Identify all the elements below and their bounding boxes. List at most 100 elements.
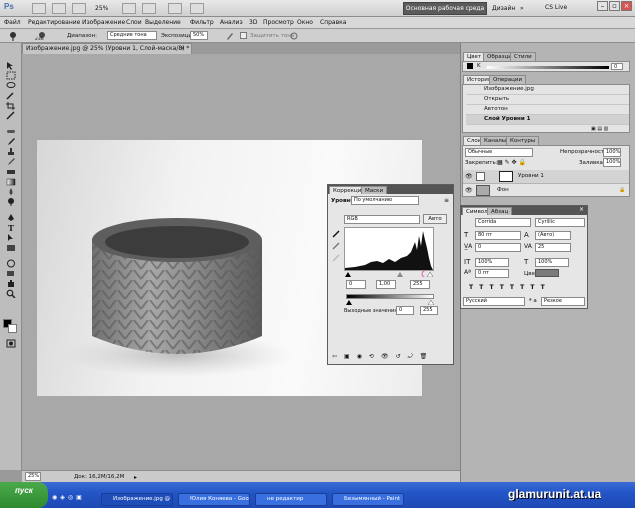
tab-paragraph[interactable]: Абзац [487,207,513,215]
bridge-icon[interactable] [32,3,46,14]
menu-file[interactable]: Файл [4,18,21,28]
menu-edit[interactable]: Редактирование [28,18,80,28]
tab-color[interactable]: Цвет [463,52,486,61]
menu-3d[interactable]: 3D [249,18,257,28]
color-value-input[interactable]: 0 [611,63,623,70]
menu-analysis[interactable]: Анализ [220,18,243,28]
history-item[interactable]: Автотон [466,105,629,115]
blend-mode-select[interactable]: Обычные [465,148,533,157]
menu-filter[interactable]: Фильтр [190,18,214,28]
visibility-eye-icon[interactable]: 👁 [465,187,473,194]
text-color-swatch[interactable] [535,269,559,277]
range-select[interactable]: Средние тона [107,31,157,40]
font-size-input[interactable]: 80 пт [475,231,521,240]
menu-layers[interactable]: Слои [126,18,142,28]
tablet-pressure-icon[interactable] [290,32,298,40]
close-icon[interactable]: × [621,1,632,11]
crop-tool-icon[interactable] [4,101,18,110]
fill-input[interactable]: 100% [603,158,621,167]
design-workspace-link[interactable]: Дизайн [492,5,515,12]
history-item[interactable]: Изображение.jpg [466,85,629,95]
menu-help[interactable]: Справка [320,18,346,28]
character-panel-close-icon[interactable]: × [579,206,584,213]
menu-view[interactable]: Просмотр [263,18,294,28]
zoom-tool-icon[interactable] [4,289,18,299]
horizontal-scale-input[interactable]: 100% [535,258,569,267]
kerning-input[interactable]: 0 [475,243,521,252]
baseline-shift-input[interactable]: 0 пт [475,269,509,278]
antialias-select[interactable]: Резкое [541,297,585,306]
font-style-select[interactable]: Cyrillic [535,218,585,227]
exposure-input[interactable]: 50% [190,31,208,40]
opacity-input[interactable]: 100% [603,148,621,157]
clone-stamp-tool-icon[interactable] [4,147,18,156]
color-fg-swatch[interactable] [467,63,473,69]
dodge-tool-icon[interactable] [4,197,18,206]
layer-row[interactable]: 👁 Фон 🔒 [463,184,629,198]
workspace-more-icon[interactable]: » [520,5,524,12]
quick-mask-icon[interactable] [4,339,18,348]
white-eyedropper-icon[interactable] [332,254,340,262]
input-black-value[interactable]: 0 [346,280,366,289]
vertical-scale-input[interactable]: 100% [475,258,509,267]
move-tool-icon[interactable] [4,61,18,70]
taskbar-item-photoshop[interactable]: Изображение.jpg @ 25... [101,493,173,506]
history-brush-tool-icon[interactable] [4,157,18,166]
gray-eyedropper-icon[interactable] [332,242,340,250]
background-color-swatch[interactable] [8,324,17,333]
history-item[interactable]: Открыть [466,95,629,105]
tab-actions[interactable]: Операции [489,75,527,84]
levels-auto-button[interactable]: Авто [423,214,447,224]
input-levels-slider[interactable] [344,269,439,279]
hand-tool-icon[interactable] [4,279,18,288]
menu-image[interactable]: Изображение [82,18,125,28]
black-eyedropper-icon[interactable] [332,230,340,238]
shape-tool-icon[interactable] [4,243,18,252]
visibility-eye-icon[interactable]: 👁 [465,173,473,180]
taskbar-item-folder[interactable]: не редактир [255,493,327,506]
menu-window[interactable]: Окно [297,18,313,28]
gradient-tool-icon[interactable] [4,177,18,186]
input-gamma-value[interactable]: 1,00 [376,280,396,289]
input-white-value[interactable]: 255 [410,280,430,289]
menu-select[interactable]: Выделение [145,18,181,28]
path-select-tool-icon[interactable] [4,233,18,242]
zoom-input[interactable]: 25% [25,472,41,481]
output-white-value[interactable]: 255 [420,306,438,315]
rotate-view-icon[interactable] [142,3,156,14]
text-style-buttons[interactable]: TTTTTTTT [469,284,551,291]
history-item-selected[interactable]: Слой Уровни 1 [466,115,629,125]
zoom-level-display[interactable]: 25% [95,5,108,12]
document-tab[interactable]: Изображение.jpg @ 25% (Уровни 1, Слой-ма… [22,43,192,54]
view-extras-icon[interactable] [72,3,86,14]
status-menu-icon[interactable]: ▸ [134,474,137,481]
taskbar-item-browser[interactable]: Юлия Коняева - Goo... [178,493,250,506]
tracking-input[interactable]: 25 [535,243,571,252]
language-select[interactable]: Русский [463,297,525,306]
tab-masks[interactable]: Маски [361,186,388,194]
layer-mask-thumbnail[interactable] [499,171,513,182]
blur-tool-icon[interactable] [4,187,18,196]
healing-brush-tool-icon[interactable] [4,127,18,136]
arrange-docs-icon[interactable] [168,3,182,14]
eyedropper-tool-icon[interactable] [4,111,18,120]
output-black-value[interactable]: 0 [396,306,414,315]
tab-styles[interactable]: Стили [510,52,536,61]
hand-tool-icon[interactable] [122,3,136,14]
font-family-select[interactable]: Corrida [475,218,531,227]
panel-menu-icon[interactable]: ≡ [444,197,449,204]
pen-tool-icon[interactable] [4,213,18,222]
levels-channel-select[interactable]: RGB [344,215,420,224]
marquee-tool-icon[interactable] [4,71,18,80]
levels-preset-select[interactable]: По умолчанию [351,196,419,205]
lasso-tool-icon[interactable] [4,81,18,90]
leading-input[interactable]: (Авто) [535,231,571,240]
cs-live-button[interactable]: CS Live [545,4,567,11]
document-tab-close-icon[interactable]: × [180,45,185,52]
tab-paths[interactable]: Контуры [506,136,540,145]
3d-rotate-tool-icon[interactable] [4,259,18,268]
quick-launch-icons[interactable]: ◉◈◎▣ [52,494,96,505]
dodge-tool-preset-icon[interactable] [6,31,20,41]
3d-camera-tool-icon[interactable] [4,269,18,278]
adjustments-footer-icons[interactable]: ⇦▣◉⟲👁↺⤾🗑 [332,353,450,362]
